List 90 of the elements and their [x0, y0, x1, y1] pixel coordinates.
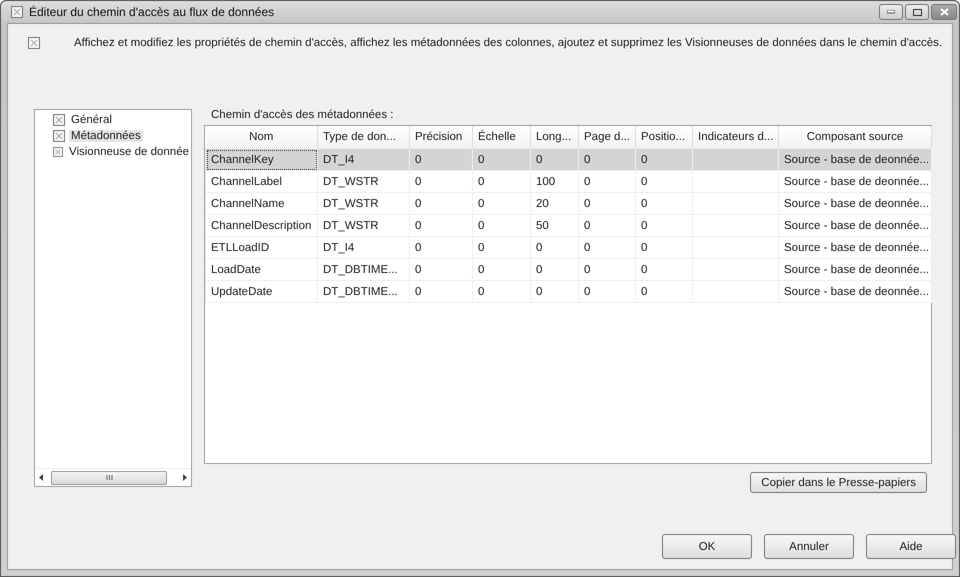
- window-title: Éditeur du chemin d'accès au flux de données: [29, 5, 274, 19]
- description-text: Affichez et modifiez les propriétés de chemin d'accès, affichez les métadonnées des colonnes, ajoutez et supprimez les Visionneuses de données dans le chemin d'accès.: [74, 37, 942, 49]
- dialog-button[interactable]: Annuler: [764, 534, 854, 559]
- table-cell: 0: [472, 258, 530, 280]
- column-header[interactable]: Précision: [410, 126, 472, 148]
- table-cell: 0: [530, 236, 578, 258]
- table-cell: Source - base de deonnée...: [778, 170, 932, 192]
- column-header[interactable]: Positio...: [636, 126, 692, 148]
- close-icon: [940, 8, 948, 16]
- table-cell: 0: [472, 280, 530, 302]
- column-header[interactable]: Page d...: [578, 126, 636, 148]
- table-cell: 0: [472, 214, 530, 236]
- table-cell: 0: [410, 148, 472, 170]
- table-cell: 0: [636, 280, 692, 302]
- column-header[interactable]: Long...: [530, 126, 578, 148]
- horizontal-scrollbar[interactable]: [35, 468, 191, 486]
- table-cell: 0: [472, 192, 530, 214]
- table-cell: 0: [578, 148, 636, 170]
- nav-item[interactable]: Visionneuse de donnée: [66, 146, 191, 158]
- column-header[interactable]: Échelle: [472, 126, 530, 148]
- table-cell: Source - base de deonnée...: [778, 214, 932, 236]
- table-cell: 0: [578, 236, 636, 258]
- table-cell: 0: [636, 170, 692, 192]
- dialog-button[interactable]: OK: [662, 534, 752, 559]
- table-cell: 0: [636, 192, 692, 214]
- table-cell: 0: [472, 148, 530, 170]
- table-cell: DT_DBTIME...: [318, 280, 410, 302]
- maximize-button[interactable]: [905, 4, 929, 20]
- column-header[interactable]: Type de don...: [318, 126, 410, 148]
- dialog-button[interactable]: Aide: [866, 534, 956, 559]
- table-cell: DT_I4: [318, 236, 410, 258]
- scroll-right-icon[interactable]: [183, 474, 187, 481]
- table-cell: 50: [530, 214, 578, 236]
- table-cell: 100: [530, 170, 578, 192]
- page-icon: [53, 146, 63, 158]
- table-cell: 0: [530, 258, 578, 280]
- table-cell: 0: [410, 236, 472, 258]
- table-cell: 0: [530, 280, 578, 302]
- copy-button[interactable]: Copier dans le Presse-papiers: [750, 472, 927, 493]
- table-cell: 0: [530, 148, 578, 170]
- table-cell: Source - base de deonnée...: [778, 258, 932, 280]
- table-cell: 0: [636, 258, 692, 280]
- column-header[interactable]: Nom: [206, 126, 318, 148]
- table-cell: 20: [530, 192, 578, 214]
- table-cell: 0: [410, 214, 472, 236]
- table-cell: 0: [636, 148, 692, 170]
- table-cell: 0: [636, 236, 692, 258]
- table-cell: DT_WSTR: [318, 192, 410, 214]
- table-cell: Source - base de deonnée...: [778, 148, 932, 170]
- grid-label: Chemin d'accès des métadonnées :: [210, 109, 394, 123]
- table-cell: 0: [636, 214, 692, 236]
- minimize-button[interactable]: [879, 4, 903, 20]
- nav-item[interactable]: Général: [69, 114, 114, 126]
- table-cell: 0: [410, 280, 472, 302]
- info-icon: [28, 37, 40, 49]
- page-icon: [53, 114, 65, 126]
- table-cell: Source - base de deonnée...: [778, 192, 932, 214]
- table-cell: 0: [472, 236, 530, 258]
- table-cell: DT_DBTIME...: [318, 258, 410, 280]
- column-header[interactable]: Indicateurs d...: [692, 126, 778, 148]
- minimize-icon: [887, 10, 895, 14]
- table-cell: DT_WSTR: [318, 214, 410, 236]
- table-cell: 0: [410, 192, 472, 214]
- table-cell: DT_I4: [318, 148, 410, 170]
- table-cell: UpdateDate: [206, 280, 318, 302]
- column-header[interactable]: Composant source: [778, 126, 932, 148]
- scroll-thumb[interactable]: [51, 470, 167, 484]
- table-cell: Source - base de deonnée...: [778, 280, 932, 302]
- table-cell: 0: [578, 258, 636, 280]
- table-cell: ChannelKey: [206, 148, 318, 170]
- table-cell: ETLLoadID: [206, 236, 318, 258]
- table-cell: 0: [578, 170, 636, 192]
- table-cell: 0: [578, 192, 636, 214]
- table-cell: ChannelName: [206, 192, 318, 214]
- scroll-left-icon[interactable]: [39, 474, 43, 481]
- table-cell: 0: [410, 170, 472, 192]
- table-cell: ChannelDescription: [206, 214, 318, 236]
- table-cell: DT_WSTR: [318, 170, 410, 192]
- table-cell: LoadDate: [206, 258, 318, 280]
- close-button[interactable]: [931, 4, 957, 20]
- table-cell: ChannelLabel: [206, 170, 318, 192]
- nav-item[interactable]: Métadonnées: [69, 130, 143, 142]
- table-cell: 0: [472, 170, 530, 192]
- page-icon: [53, 130, 65, 142]
- maximize-icon: [912, 8, 922, 16]
- table-cell: Source - base de deonnée...: [778, 236, 932, 258]
- table-cell: 0: [410, 258, 472, 280]
- table-cell: 0: [578, 280, 636, 302]
- window-icon: [11, 6, 23, 18]
- table-cell: 0: [578, 214, 636, 236]
